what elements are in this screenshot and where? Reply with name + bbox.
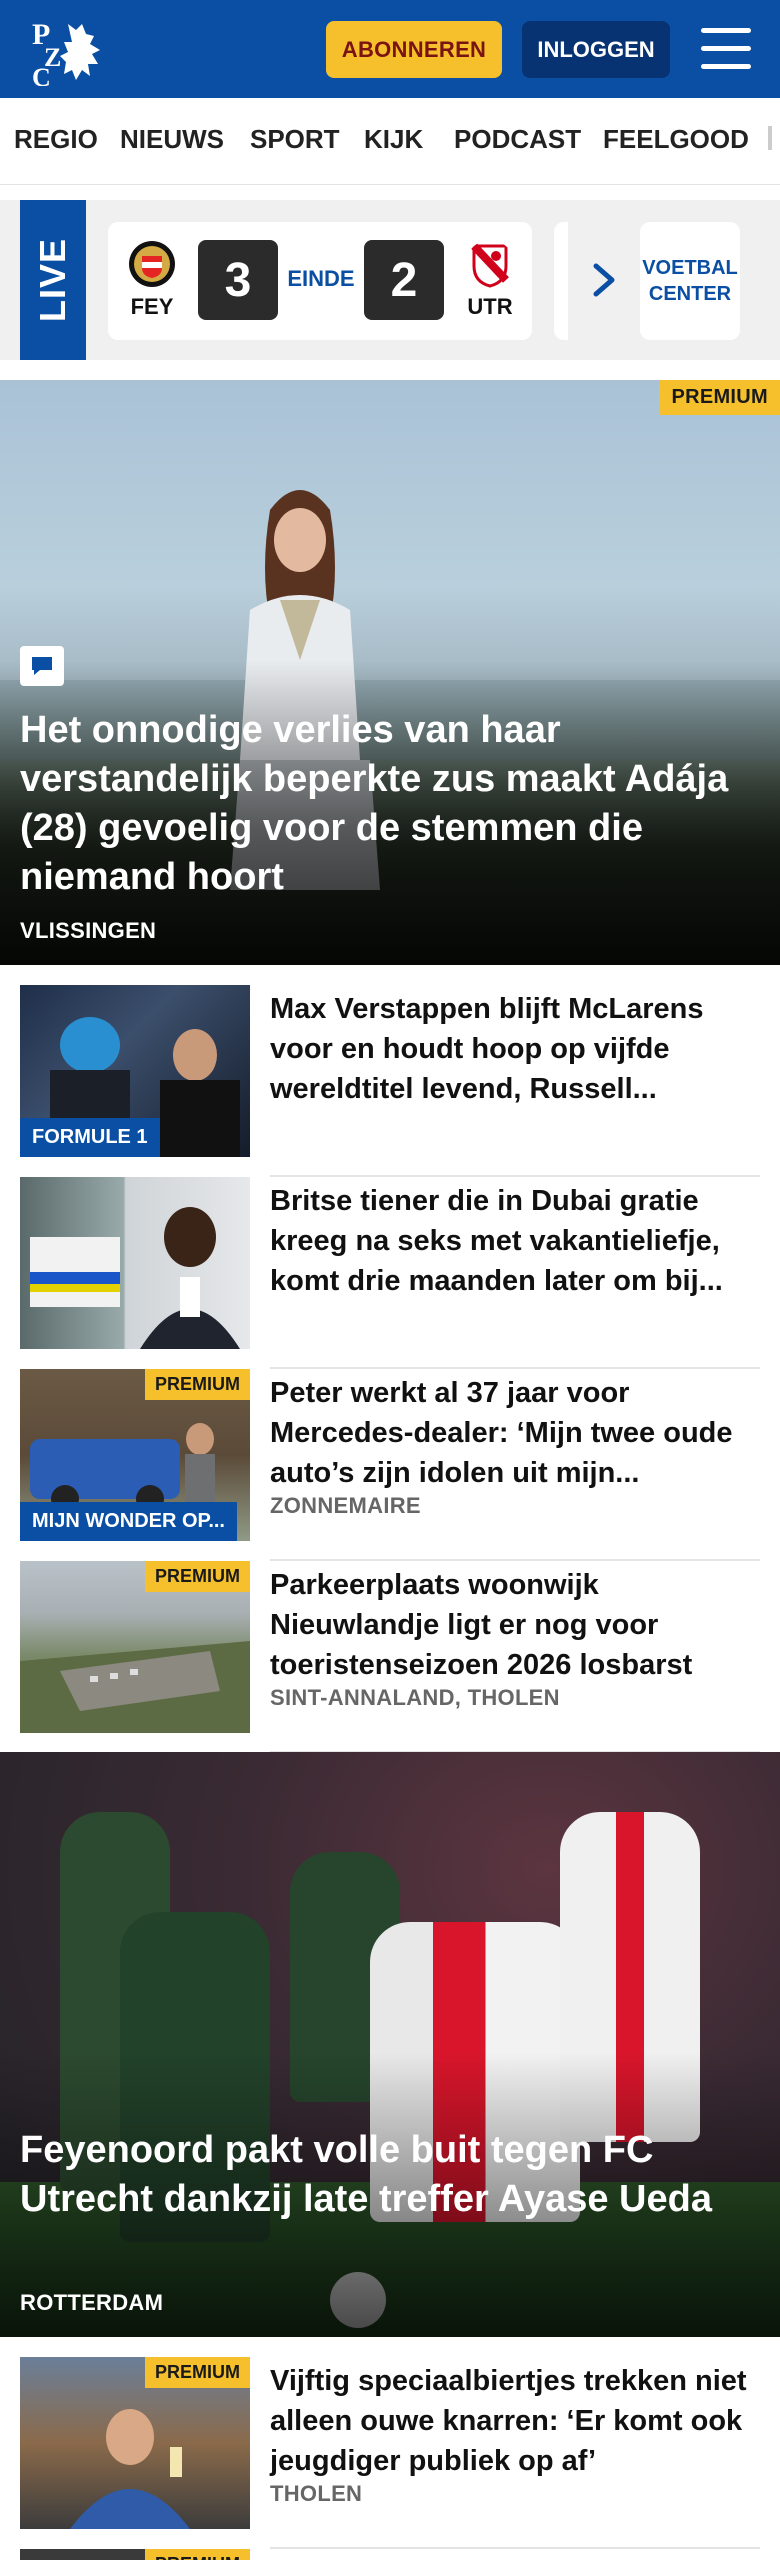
nav-item-sport[interactable]: SPORT xyxy=(250,124,340,155)
nav-item-regio[interactable]: REGIO xyxy=(14,124,98,155)
main-nav: REGIO NIEUWS SPORT KIJK PODCAST FEELGOOD xyxy=(0,98,780,184)
away-team-name: UTR xyxy=(467,294,513,319)
article-item[interactable]: PREMIUM MIJN WONDER OP... Peter werkt al… xyxy=(20,1369,760,1561)
article-title[interactable]: Vijftig speciaalbiertjes trekken niet al… xyxy=(270,2361,750,2481)
voetbal-center-link[interactable]: VOETBAL CENTER xyxy=(640,222,740,340)
match-card[interactable]: FEY 3 EINDE 2 UTR xyxy=(108,222,532,340)
article-title[interactable]: Max Verstappen blijft McLarens voor en h… xyxy=(270,989,750,1109)
article-thumbnail xyxy=(20,1177,250,1349)
hamburger-menu-icon[interactable] xyxy=(701,28,751,70)
article-thumbnail: PREMIUM MIJN WONDER OP... xyxy=(20,1369,250,1541)
next-match-card[interactable] xyxy=(554,222,568,340)
football-hero-title[interactable]: Feyenoord pakt volle buit tegen FC Utrec… xyxy=(20,2126,760,2224)
article-thumbnail[interactable]: PREMIUM xyxy=(20,2549,250,2560)
nav-item-nieuws[interactable]: NIEUWS xyxy=(120,124,224,155)
premium-badge: PREMIUM xyxy=(145,2549,250,2560)
article-item[interactable]: PREMIUM Vijftig speciaalbiertjes trekken… xyxy=(20,2357,760,2549)
premium-badge: PREMIUM xyxy=(659,380,780,415)
category-label: FORMULE 1 xyxy=(20,1118,160,1157)
premium-badge: PREMIUM xyxy=(145,1369,250,1400)
football-hero-location: ROTTERDAM xyxy=(20,2290,164,2315)
article-thumbnail: FORMULE 1 xyxy=(20,985,250,1157)
away-score: 2 xyxy=(364,240,444,320)
article-item[interactable]: FORMULE 1 Max Verstappen blijft McLarens… xyxy=(20,985,760,1177)
nav-item-podcast[interactable]: PODCAST xyxy=(454,124,581,155)
premium-badge: PREMIUM xyxy=(145,1561,250,1592)
live-tag: LIVE xyxy=(20,200,86,360)
chevron-right-icon[interactable] xyxy=(590,262,618,298)
nav-item-kijk[interactable]: KIJK xyxy=(364,124,423,155)
home-team-name: FEY xyxy=(130,294,174,319)
article-title[interactable]: Parkeerplaats woonwijk Nieuwlandje ligt … xyxy=(270,1565,750,1685)
article-location: THOLEN xyxy=(270,2481,363,2506)
top-header: P Z C ABONNEREN INLOGGEN xyxy=(0,0,780,98)
pzc-logo[interactable]: P Z C xyxy=(28,14,112,86)
login-button[interactable]: INLOGGEN xyxy=(522,21,670,78)
feyenoord-crest-icon xyxy=(129,241,175,287)
divider xyxy=(270,2547,760,2549)
nav-divider xyxy=(0,184,780,185)
comment-icon[interactable] xyxy=(20,646,64,686)
article-title[interactable]: Britse tiener die in Dubai gratie kreeg … xyxy=(270,1181,750,1301)
category-label: MIJN WONDER OP... xyxy=(20,1502,237,1541)
hero-location: VLISSINGEN xyxy=(20,918,157,943)
match-status: EINDE xyxy=(287,266,355,291)
home-score: 3 xyxy=(198,240,278,320)
subscribe-button[interactable]: ABONNEREN xyxy=(326,21,502,78)
article-item[interactable]: Britse tiener die in Dubai gratie kreeg … xyxy=(20,1177,760,1369)
hero-title[interactable]: Het onnodige verlies van haar verstandel… xyxy=(20,706,765,902)
nav-item-feelgood[interactable]: FEELGOOD xyxy=(603,124,749,155)
svg-text:C: C xyxy=(32,63,51,86)
premium-badge: PREMIUM xyxy=(145,2357,250,2388)
article-location: SINT-ANNALAND, THOLEN xyxy=(270,1685,560,1710)
article-title[interactable]: Peter werkt al 37 jaar voor Mercedes-dea… xyxy=(270,1373,750,1493)
article-thumbnail: PREMIUM xyxy=(20,1561,250,1733)
article-thumbnail: PREMIUM xyxy=(20,2357,250,2529)
nav-overflow-indicator xyxy=(768,126,772,150)
article-item[interactable]: PREMIUM Parkeerplaats woonwijk Nieuwland… xyxy=(20,1561,760,1753)
live-scoreboard: LIVE FEY 3 EINDE 2 UTR VOETBAL CENTER xyxy=(0,200,780,360)
utrecht-crest-icon xyxy=(471,243,509,288)
article-location: ZONNEMAIRE xyxy=(270,1493,421,1518)
football-hero-article[interactable] xyxy=(0,1752,780,2337)
